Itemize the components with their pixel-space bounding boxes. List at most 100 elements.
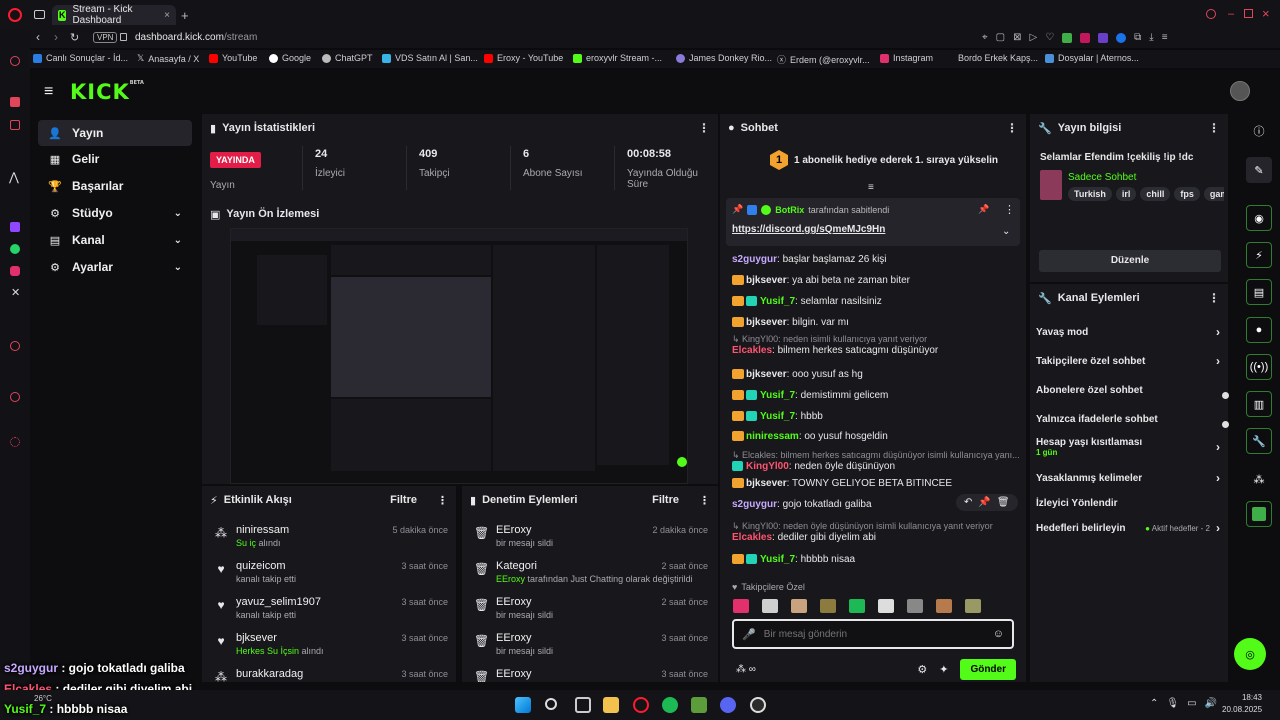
bookmark[interactable]: Eroxy - YouTube	[484, 53, 563, 63]
server-icon[interactable]: ▥	[1246, 391, 1272, 417]
info-icon[interactable]: ⓘ	[1246, 118, 1272, 144]
ext-blue-icon[interactable]	[1116, 32, 1127, 43]
chat-username[interactable]: Yusif_7	[760, 390, 795, 401]
chat-message-input[interactable]	[763, 628, 974, 640]
emote-icon[interactable]	[733, 599, 749, 613]
chat-message[interactable]: Yusif_7: selamlar nasilsiniz	[732, 296, 1022, 307]
sidebar-pinboard-icon[interactable]	[10, 341, 20, 351]
search-icon[interactable]	[1206, 9, 1216, 19]
broadcast-icon[interactable]: ((•))	[1246, 354, 1272, 380]
mod-tools-icon[interactable]: ✦	[939, 663, 948, 676]
bookmark[interactable]: Instagram	[880, 53, 933, 63]
reply-icon[interactable]: ↶	[964, 497, 972, 508]
stream-preview-video[interactable]	[230, 228, 688, 484]
tab-manager-icon[interactable]	[34, 10, 45, 19]
sidebar-aria-icon[interactable]: ⋀	[9, 170, 19, 184]
ext-violet-icon[interactable]	[1098, 32, 1109, 43]
event-item[interactable]: ♥ quizeicom kanalı takip etti 3 saat önc…	[214, 558, 448, 592]
event-item[interactable]: 🗑 EEroxy bir mesajı sildi 2 saat önce	[474, 594, 708, 628]
minecraft-icon[interactable]	[691, 697, 707, 713]
bookmark[interactable]: VDS Satın Al | San...	[382, 53, 478, 63]
chat-message[interactable]: Elcakles: dediler gibi diyelim abi	[732, 532, 1022, 543]
reply-context[interactable]: ↳ KingYl00: neden öyle düşünüyon isimli …	[732, 521, 1022, 532]
bookmark[interactable]: Google	[269, 53, 311, 63]
snap-icon[interactable]: ⊠	[1013, 32, 1021, 43]
sidebar-settings-icon[interactable]	[10, 437, 20, 447]
discord-icon[interactable]	[720, 697, 736, 713]
network-icon[interactable]: ▭	[1187, 698, 1196, 709]
share-icon[interactable]: ⁂	[1246, 466, 1272, 492]
chat-username[interactable]: bjksever	[746, 478, 787, 489]
event-item[interactable]: ♥ bjksever Herkes Su İçsin alındı 3 saat…	[214, 630, 448, 664]
tag[interactable]: irl	[1115, 187, 1137, 201]
pin-message-icon[interactable]: 📌	[978, 497, 990, 508]
filter-button[interactable]: Filtre	[652, 494, 679, 506]
volume-icon[interactable]: 🔊	[1205, 698, 1217, 709]
tab-close-icon[interactable]: ×	[164, 10, 170, 21]
chat-input[interactable]: 🎤 ☺	[732, 619, 1014, 649]
emote-icon[interactable]	[849, 599, 865, 613]
channel-action-item[interactable]: Hesap yaşı kısıtlaması 1 gün ›	[1030, 433, 1226, 461]
chat-username[interactable]: Yusif_7	[760, 554, 795, 565]
tag[interactable]: chill	[1140, 187, 1171, 201]
maximize-button[interactable]	[1244, 9, 1253, 18]
scroll-indicator-icon[interactable]: ≡	[868, 182, 874, 193]
sidebar-flow-icon[interactable]	[10, 97, 20, 107]
tray-chevron-icon[interactable]: ⌃	[1150, 698, 1158, 709]
chat-message[interactable]: bjksever: TOWNY GELİYOE BETA BİTİNCEE	[732, 478, 1022, 489]
minimize-button[interactable]: –	[1228, 8, 1234, 20]
send-button[interactable]: Gönder	[960, 659, 1016, 680]
chevron-down-icon[interactable]: ⌄	[1002, 226, 1010, 237]
bookmark[interactable]: James Donkey Rio...	[676, 53, 772, 63]
browser-tab-kick[interactable]: K Stream - Kick Dashboard ×	[52, 4, 176, 26]
chat-message[interactable]: Yusif_7: hbbb	[732, 411, 1022, 422]
sidebar-twitch-icon[interactable]	[10, 222, 20, 232]
more-options-icon[interactable]: ⋮	[1208, 121, 1220, 135]
vpn-badge[interactable]: VPN	[93, 32, 118, 43]
forward-icon[interactable]: ›	[54, 30, 58, 44]
chat-message[interactable]: bjksever: bilgin. var mı	[732, 317, 1022, 328]
chat-username[interactable]: Elcakles	[732, 532, 772, 543]
pinned-menu-icon[interactable]: ⋮	[1004, 203, 1015, 216]
chat-bubble-icon[interactable]: ●	[1246, 317, 1272, 343]
event-item[interactable]: 🗑 Kategori EEroxy tarafından Just Chatti…	[474, 558, 708, 592]
emote-icon[interactable]	[820, 599, 836, 613]
sidebar-item-basarilar[interactable]: 🏆 Başarılar	[38, 173, 192, 199]
sidebar-item-ayarlar[interactable]: ⚙ Ayarlar ⌄	[38, 254, 192, 280]
gift-banner[interactable]: 1 1 abonelik hediye ederek 1. sıraya yük…	[770, 150, 998, 170]
mic-icon[interactable]: 🎤	[742, 628, 756, 641]
emote-icon[interactable]	[762, 599, 778, 613]
category-thumbnail[interactable]	[1040, 170, 1062, 200]
channel-action-item[interactable]: Takipçilere özel sohbet ›	[1030, 347, 1226, 375]
more-options-icon[interactable]: ⋮	[437, 494, 448, 507]
bookmark[interactable]: YouTube	[209, 53, 257, 63]
search-icon[interactable]	[545, 698, 557, 710]
bookmark[interactable]: 𝕏 Anasayfa / X	[137, 53, 199, 64]
chat-username[interactable]: s2guygur	[732, 254, 777, 265]
ext-pink-icon[interactable]	[1080, 32, 1091, 43]
bookmark[interactable]: Canlı Sonuçlar - İd...	[33, 53, 128, 63]
pinned-link[interactable]: https://discord.gg/sQmeMJc9Hn	[732, 224, 885, 235]
sidebar-item-yayin[interactable]: 👤 Yayın	[38, 120, 192, 146]
pin-icon[interactable]: ⌖	[982, 32, 988, 43]
url-field[interactable]: dashboard.kick.com/stream	[135, 32, 257, 43]
chat-username[interactable]: bjksever	[746, 369, 787, 380]
sidebar-item-kanal[interactable]: ▤ Kanal ⌄	[38, 227, 192, 253]
bookmark[interactable]: ChatGPT	[322, 53, 373, 63]
emote-icon[interactable]	[878, 599, 894, 613]
channel-action-item[interactable]: Hedefleri belirleyin ● Aktif hedefler - …	[1030, 514, 1226, 542]
support-button[interactable]: ◎	[1234, 638, 1266, 670]
spotify-icon[interactable]	[662, 697, 678, 713]
sidebar-whatsapp-icon[interactable]	[10, 244, 20, 254]
mic-tray-icon[interactable]: 🎙	[1166, 698, 1179, 709]
chat-username[interactable]: niniressam	[746, 431, 799, 442]
pinned-message[interactable]: 📌 BotRix tarafından sabitlendi 📌 ⋮ https…	[726, 198, 1020, 246]
back-icon[interactable]: ‹	[36, 30, 40, 44]
channel-action-item[interactable]: Yasaklanmış kelimeler ›	[1030, 464, 1226, 492]
filter-button[interactable]: Filtre	[390, 494, 417, 506]
start-button-icon[interactable]	[515, 697, 531, 713]
points-icon[interactable]: ⁂ ∞	[736, 664, 756, 675]
lightning-icon[interactable]: ⚡	[1246, 242, 1272, 268]
sidebar-x-icon[interactable]: ✕	[11, 286, 20, 299]
clock[interactable]: 18:43 20.08.2025	[1222, 693, 1262, 714]
